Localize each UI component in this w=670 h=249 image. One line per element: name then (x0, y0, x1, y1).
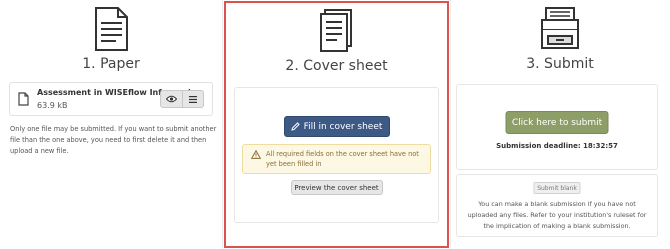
file-actions (160, 90, 204, 108)
blank-submission-note: You can make a blank submission if you h… (467, 200, 647, 230)
warning-icon (251, 150, 261, 159)
single-file-note: Only one file may be submitted. If you w… (10, 125, 217, 155)
blank-submission-card: Submit blank You can make a blank submis… (456, 174, 658, 237)
submission-deadline: Submission deadline: 18:32:57 (496, 142, 618, 150)
submit-column: 3. Submit Click here to submit Submissio… (450, 0, 670, 249)
cover-sheet-column: 2. Cover sheet Fill in cover sheet All r… (224, 1, 449, 248)
fill-cover-sheet-button[interactable]: Fill in cover sheet (283, 116, 390, 137)
warning-text: All required fields on the cover sheet h… (266, 150, 419, 168)
submit-title: 3. Submit (526, 56, 594, 72)
cover-sheet-warning: All required fields on the cover sheet h… (242, 144, 431, 174)
paper-title: 1. Paper (82, 56, 140, 72)
submit-button[interactable]: Click here to submit (505, 111, 609, 134)
view-file-button[interactable] (161, 91, 183, 107)
submit-blank-button[interactable]: Submit blank (533, 182, 581, 194)
submit-card: Click here to submit Submission deadline… (456, 84, 658, 170)
column-divider (222, 0, 223, 249)
preview-cover-sheet-button[interactable]: Preview the cover sheet (290, 180, 383, 195)
file-menu-button[interactable] (183, 91, 204, 107)
cover-sheet-card: Fill in cover sheet All required fields … (234, 87, 439, 223)
fill-cover-sheet-label: Fill in cover sheet (303, 121, 383, 132)
cover-sheet-title: 2. Cover sheet (285, 58, 388, 74)
uploaded-file-card: Assessment in WISEflow Infograph... 63.9… (9, 82, 213, 116)
eye-icon (165, 95, 177, 103)
file-size: 63.9 kB (37, 101, 68, 110)
file-icon (18, 92, 29, 106)
pencil-icon (290, 122, 300, 131)
document-icon (95, 7, 128, 51)
inbox-tray-icon (541, 7, 579, 49)
hamburger-icon (188, 95, 197, 103)
paper-column: 1. Paper Assessment in WISEflow Infograp… (0, 0, 222, 249)
documents-stack-icon (319, 9, 352, 52)
